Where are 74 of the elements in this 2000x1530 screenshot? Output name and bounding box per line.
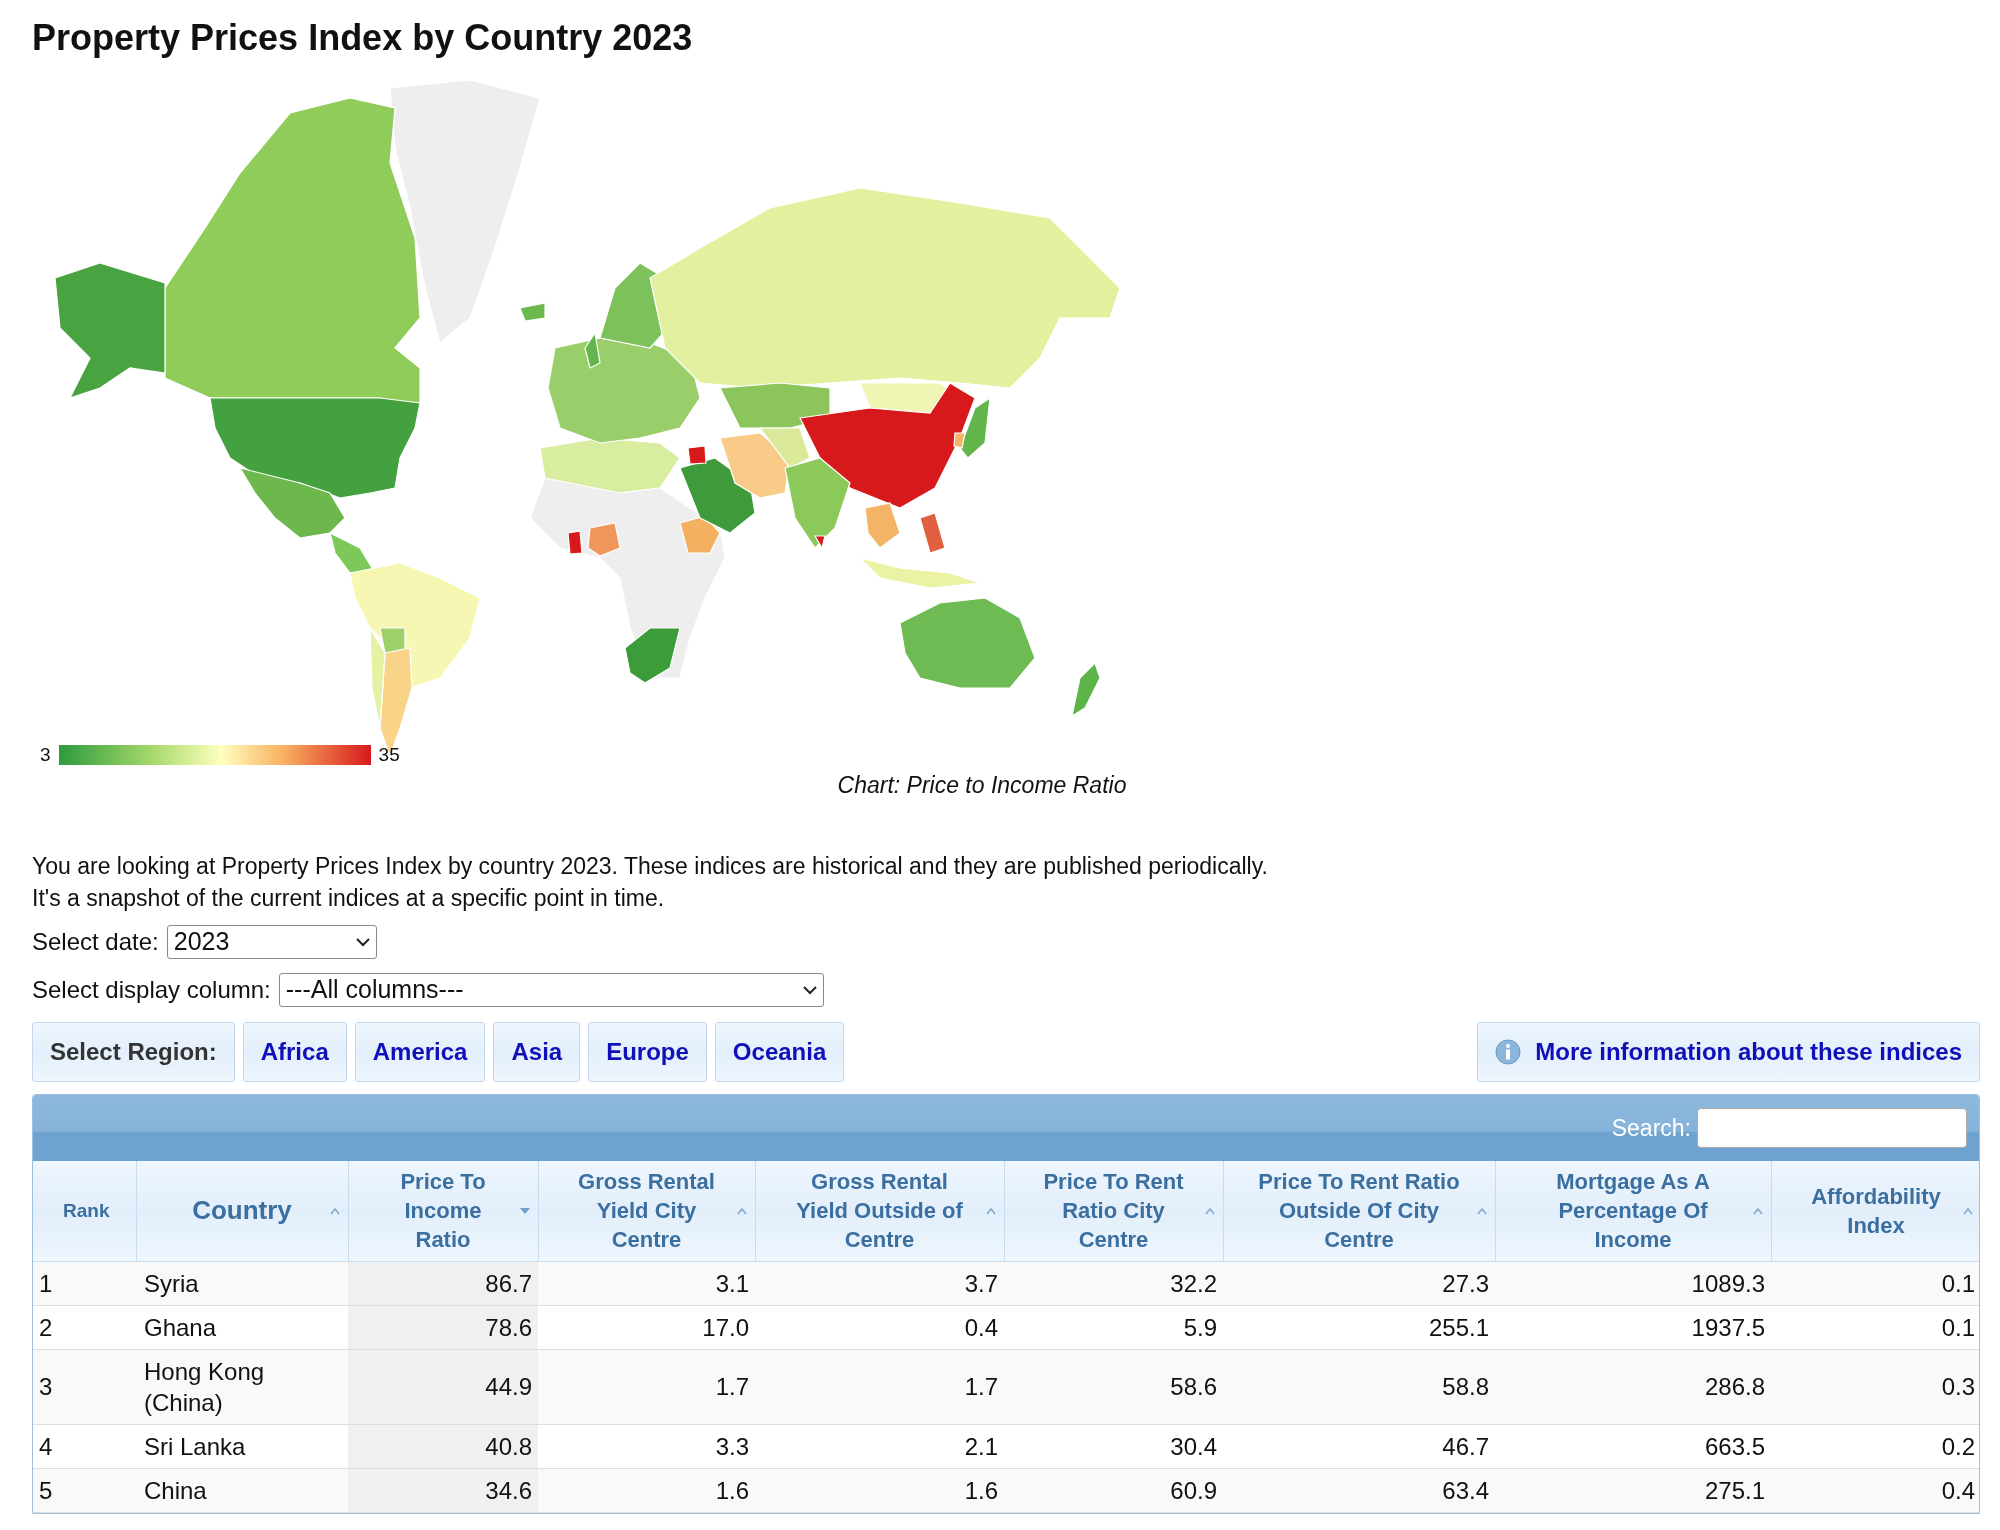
table-cell: 275.1 — [1495, 1468, 1771, 1513]
table-cell: 44.9 — [348, 1349, 538, 1425]
table-cell: 0.3 — [1771, 1349, 1979, 1425]
column-header[interactable]: Affordability Index — [1771, 1161, 1979, 1262]
region-button[interactable]: Oceania — [714, 1022, 845, 1083]
table-cell: 3.3 — [538, 1424, 755, 1469]
table-cell: 663.5 — [1495, 1424, 1771, 1469]
table-cell: 1.6 — [538, 1468, 755, 1513]
intro-text: It's a snapshot of the current indices at a specific point in time. — [32, 884, 666, 914]
search-label: Search: — [1611, 1113, 1691, 1143]
column-header[interactable]: Price To Rent Ratio Outside Of City Centre — [1223, 1161, 1495, 1262]
info-link[interactable]: More information about these indices — [1477, 1022, 1980, 1083]
legend-min-label: 3 — [40, 743, 51, 768]
table-cell: 3 — [33, 1349, 136, 1425]
table-cell: 27.3 — [1223, 1261, 1495, 1306]
table-cell: 58.8 — [1223, 1349, 1495, 1425]
table-cell: 1.7 — [538, 1349, 755, 1425]
intro-text: You are looking at Property Prices Index by country 2023. These indices are historical and they are published periodically. — [32, 852, 1269, 882]
date-dropdown[interactable]: 2023 — [166, 925, 377, 960]
table-cell: 60.9 — [1004, 1468, 1223, 1513]
table-cell: 1089.3 — [1495, 1261, 1771, 1306]
table-cell: 286.8 — [1495, 1349, 1771, 1425]
table-cell: China — [136, 1468, 348, 1513]
table-cell: 3.1 — [538, 1261, 755, 1306]
table-cell: 1.6 — [755, 1468, 1004, 1513]
table-cell: 5.9 — [1004, 1305, 1223, 1350]
column-header[interactable]: Gross Rental Yield City Centre — [538, 1161, 755, 1262]
chevron-down-icon — [355, 937, 370, 947]
table-cell: 0.1 — [1771, 1305, 1979, 1350]
table-cell: Hong Kong (China) — [136, 1349, 348, 1425]
column-header[interactable]: Country — [136, 1161, 348, 1262]
table-cell: Syria — [136, 1261, 348, 1306]
page-title: Property Prices Index by Country 2023 — [32, 18, 694, 58]
table-cell: 78.6 — [348, 1305, 538, 1350]
table-cell: 58.6 — [1004, 1349, 1223, 1425]
chevron-down-icon — [802, 985, 817, 995]
table-cell: 30.4 — [1004, 1424, 1223, 1469]
table-cell: 3.7 — [755, 1261, 1004, 1306]
date-label: Select date: — [32, 927, 159, 958]
table-cell: 17.0 — [538, 1305, 755, 1350]
table-cell: 2 — [33, 1305, 136, 1350]
region-button[interactable]: Asia — [493, 1022, 581, 1083]
table-cell: 255.1 — [1223, 1305, 1495, 1350]
table-cell: 1937.5 — [1495, 1305, 1771, 1350]
legend-max-label: 35 — [378, 743, 400, 768]
column-dropdown[interactable]: ---All columns--- — [278, 973, 824, 1008]
region-button[interactable]: Africa — [242, 1022, 347, 1083]
column-label: Select display column: — [32, 975, 271, 1006]
table-cell: 5 — [33, 1468, 136, 1513]
table-cell: 32.2 — [1004, 1261, 1223, 1306]
table-cell: 0.1 — [1771, 1261, 1979, 1306]
table-cell: 4 — [33, 1424, 136, 1469]
column-header[interactable]: Mortgage As A Percentage Of Income — [1495, 1161, 1771, 1262]
info-icon — [1495, 1039, 1522, 1066]
table-cell: 0.2 — [1771, 1424, 1979, 1469]
table-cell: 0.4 — [755, 1305, 1004, 1350]
table-cell: 86.7 — [348, 1261, 538, 1306]
region-button[interactable]: America — [354, 1022, 486, 1083]
table-cell: 1.7 — [755, 1349, 1004, 1425]
column-header[interactable]: Price To Rent Ratio City Centre — [1004, 1161, 1223, 1262]
table-cell: 34.6 — [348, 1468, 538, 1513]
table-cell: 1 — [33, 1261, 136, 1306]
table-cell: 0.4 — [1771, 1468, 1979, 1513]
table-cell: 40.8 — [348, 1424, 538, 1469]
table-cell: 63.4 — [1223, 1468, 1495, 1513]
column-header[interactable]: Price To Income Ratio — [348, 1161, 538, 1262]
region-button[interactable]: Europe — [588, 1022, 707, 1083]
table-cell: 46.7 — [1223, 1424, 1495, 1469]
chart-caption: Chart: Price to Income Ratio — [836, 770, 1128, 800]
search-field[interactable] — [1697, 1108, 1967, 1149]
table-cell: 2.1 — [755, 1424, 1004, 1469]
column-header[interactable]: Rank — [33, 1161, 136, 1262]
region-label: Select Region: — [32, 1022, 235, 1083]
column-header[interactable]: Gross Rental Yield Outside of Centre — [755, 1161, 1004, 1262]
